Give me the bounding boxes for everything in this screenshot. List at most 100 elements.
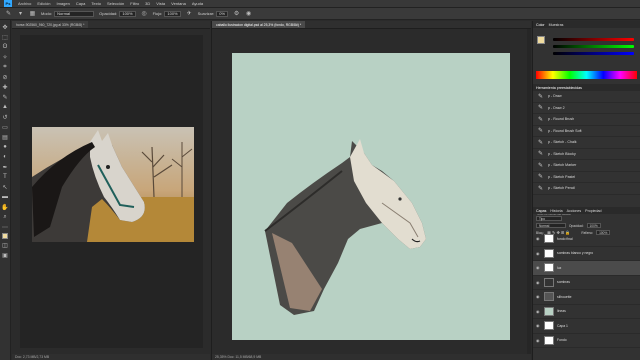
eraser-tool-icon[interactable]: ▭ xyxy=(1,123,9,131)
eye-icon[interactable]: ◉ xyxy=(536,265,541,270)
red-slider[interactable] xyxy=(553,38,634,41)
layer-row[interactable]: ◉ luz xyxy=(533,261,640,276)
doc2-scrollbar[interactable] xyxy=(527,29,531,354)
layer-kind-filter[interactable]: Tipo xyxy=(536,216,562,221)
layers-panel-header: Capas Historia Acciones Propiedad xyxy=(533,207,640,214)
crop-tool-icon[interactable]: ⌗ xyxy=(1,63,9,71)
color-panel xyxy=(533,28,640,84)
quick-select-tool-icon[interactable]: ✧ xyxy=(1,53,9,61)
airbrush-icon[interactable]: ✈ xyxy=(186,10,193,17)
tab-tool-presets[interactable]: Herramienta preestablecidas xyxy=(536,86,582,90)
menu-imagen[interactable]: Imagen xyxy=(56,1,69,6)
eye-icon[interactable]: ◉ xyxy=(536,294,541,299)
smoothing-settings-icon[interactable]: ⚙ xyxy=(233,10,240,17)
layer-row[interactable]: ◉ silhouette xyxy=(533,290,640,305)
dodge-tool-icon[interactable]: ◐ xyxy=(1,153,9,161)
type-tool-icon[interactable]: T xyxy=(1,173,9,181)
layer-row[interactable]: ◉ lineas xyxy=(533,305,640,319)
move-tool-icon[interactable]: ✥ xyxy=(1,23,9,31)
pen-tool-icon[interactable]: ✒ xyxy=(1,163,9,171)
menu-filtro[interactable]: Filtro xyxy=(130,1,139,6)
menu-3d[interactable]: 3D xyxy=(145,1,150,6)
path-select-tool-icon[interactable]: ↖ xyxy=(1,183,9,191)
green-slider[interactable] xyxy=(553,45,634,48)
color-spectrum[interactable] xyxy=(536,71,637,79)
layer-row[interactable]: ◉ sombras xyxy=(533,276,640,290)
illustration-canvas[interactable] xyxy=(232,53,510,340)
tab-history[interactable]: Historia xyxy=(550,209,562,213)
menu-capa[interactable]: Capa xyxy=(76,1,86,6)
tab-layers[interactable]: Capas xyxy=(536,209,546,213)
brush-tool-icon[interactable]: ✎ xyxy=(1,93,9,101)
menu-texto[interactable]: Texto xyxy=(91,1,101,6)
eyedropper-tool-icon[interactable]: ⊘ xyxy=(1,73,9,81)
tab-swatches[interactable]: Muestras xyxy=(549,23,564,27)
layer-row[interactable]: ◉ Fondo xyxy=(533,334,640,348)
tab-color[interactable]: Color xyxy=(536,23,545,27)
menu-seleccion[interactable]: Selección xyxy=(107,1,124,6)
tab-actions[interactable]: Acciones xyxy=(567,209,582,213)
doc2-tabbar: caballo ilustracion digital.psd al 25,3%… xyxy=(212,21,531,29)
brush-preset-item[interactable]: ✎ p - Sketch Pastel xyxy=(533,172,640,183)
eye-icon[interactable]: ◉ xyxy=(536,280,541,285)
brush-preset-picker-icon[interactable]: ▾ xyxy=(17,10,24,17)
eye-icon[interactable]: ◉ xyxy=(536,338,541,343)
blue-slider[interactable] xyxy=(553,52,634,55)
layer-row[interactable]: ◉ sombras blanco y negro xyxy=(533,247,640,261)
horse-photo-image xyxy=(32,127,194,242)
menu-archivo[interactable]: Archivo xyxy=(18,1,31,6)
doc1-tab[interactable]: horse-902560_960_720.jpg al 33% (RGB/8) … xyxy=(12,21,89,28)
marquee-tool-icon[interactable]: ⬚ xyxy=(1,33,9,41)
menu-edicion[interactable]: Edición xyxy=(37,1,50,6)
layer-row[interactable]: ◉ Capa 1 xyxy=(533,319,640,334)
gradient-tool-icon[interactable]: ▤ xyxy=(1,133,9,141)
doc2-tab[interactable]: caballo ilustracion digital.psd al 25,3%… xyxy=(212,21,306,28)
brush-icon: ✎ xyxy=(537,128,544,135)
history-brush-icon[interactable]: ↺ xyxy=(1,113,9,121)
document-reference-photo: horse-902560_960_720.jpg al 33% (RGB/8) … xyxy=(12,21,210,360)
brush-preset-item[interactable]: ✎ p - Round Brush xyxy=(533,114,640,126)
healing-tool-icon[interactable]: ✚ xyxy=(1,83,9,91)
eye-icon[interactable]: ◉ xyxy=(536,236,541,241)
blend-mode-dropdown[interactable]: Normal xyxy=(536,223,566,228)
fill-field[interactable]: 100% xyxy=(596,230,611,235)
layer-thumbnail xyxy=(544,292,554,302)
mode-dropdown[interactable]: Normal xyxy=(54,10,95,17)
hand-tool-icon[interactable]: ✋ xyxy=(1,203,9,211)
brush-settings-icon[interactable]: ▦ xyxy=(29,10,36,17)
eye-icon[interactable]: ◉ xyxy=(536,251,541,256)
opacity-label: Opacidad: xyxy=(99,11,118,16)
brush-preset-item[interactable]: ✎ p - Draw xyxy=(533,91,640,103)
brush-preset-item[interactable]: ✎ p - Sketch Marker xyxy=(533,160,640,172)
pressure-size-icon[interactable]: ◉ xyxy=(245,10,252,17)
brush-tool-icon[interactable]: ✎ xyxy=(5,10,12,17)
blur-tool-icon[interactable]: ● xyxy=(1,143,9,151)
eye-icon[interactable]: ◉ xyxy=(536,323,541,328)
zoom-tool-icon[interactable]: ⌕ xyxy=(1,213,9,221)
brush-preset-item[interactable]: ✎ p - Round Brush Soft xyxy=(533,126,640,137)
foreground-color-swatch[interactable] xyxy=(2,233,8,239)
fg-color-chip[interactable] xyxy=(537,36,545,44)
screen-mode-icon[interactable]: ▣ xyxy=(1,251,9,259)
stamp-tool-icon[interactable]: ▲ xyxy=(1,103,9,111)
brush-preset-item[interactable]: ✎ p - Sketch Pencil xyxy=(533,183,640,195)
photoshop-logo-icon[interactable]: Ps xyxy=(4,0,12,7)
flow-field[interactable]: 100% xyxy=(164,10,181,17)
pressure-opacity-icon[interactable]: ◎ xyxy=(141,10,148,17)
more-tools-icon[interactable]: ⋯ xyxy=(1,223,9,231)
brush-preset-item[interactable]: ✎ p - Draw 2 xyxy=(533,103,640,114)
layer-opacity-field[interactable]: 100% xyxy=(586,223,601,228)
menu-ventana[interactable]: Ventana xyxy=(171,1,186,6)
shape-tool-icon[interactable]: ▬ xyxy=(1,193,9,201)
menu-vista[interactable]: Vista xyxy=(156,1,165,6)
doc1-status-bar: Doc: 2,73 MB/2,73 MB xyxy=(12,354,210,360)
smoothing-field[interactable]: 0% xyxy=(216,10,229,17)
lasso-tool-icon[interactable]: ʘ xyxy=(1,43,9,51)
opacity-field[interactable]: 100% xyxy=(119,10,136,17)
menu-ayuda[interactable]: Ayuda xyxy=(192,1,203,6)
quick-mask-icon[interactable]: ◫ xyxy=(1,241,9,249)
brush-preset-item[interactable]: ✎ p - Sketch Blocky xyxy=(533,149,640,160)
brush-preset-item[interactable]: ✎ p - Sketch - Chalk xyxy=(533,137,640,149)
tab-properties[interactable]: Propiedad xyxy=(585,209,601,213)
eye-icon[interactable]: ◉ xyxy=(536,309,541,314)
